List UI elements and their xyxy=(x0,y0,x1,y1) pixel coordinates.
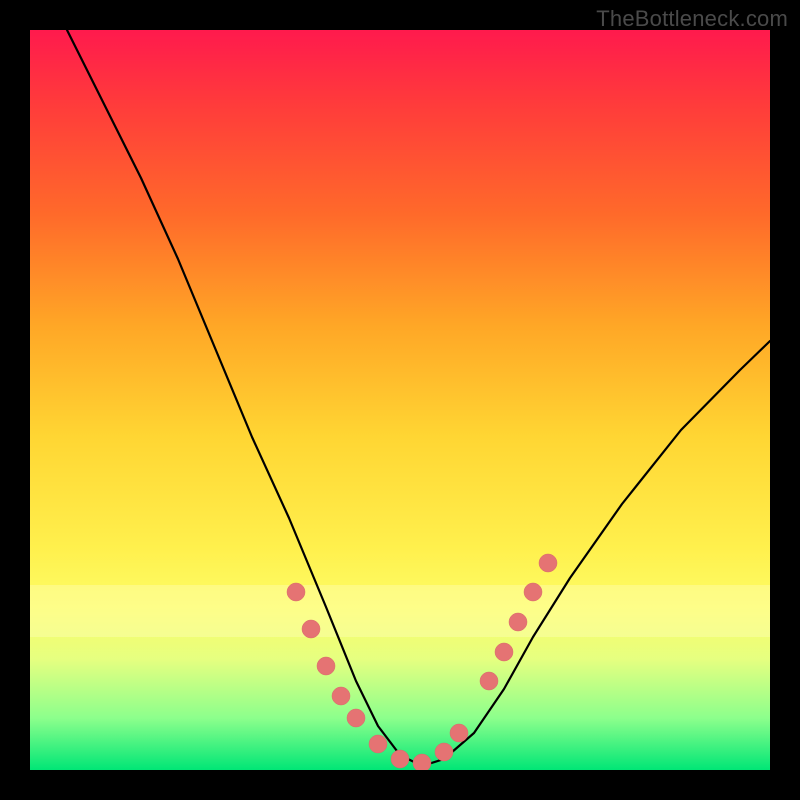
marker-point xyxy=(524,583,542,601)
marker-point xyxy=(435,743,453,761)
bottleneck-curve xyxy=(67,30,770,766)
marker-point xyxy=(480,672,498,690)
chart-frame: TheBottleneck.com xyxy=(0,0,800,800)
marker-point xyxy=(509,613,527,631)
marker-point xyxy=(302,620,320,638)
marker-point xyxy=(369,735,387,753)
curve-layer xyxy=(30,30,770,770)
marker-point xyxy=(413,754,431,770)
marker-group xyxy=(287,554,557,770)
watermark-text: TheBottleneck.com xyxy=(596,6,788,32)
marker-point xyxy=(450,724,468,742)
marker-point xyxy=(391,750,409,768)
marker-point xyxy=(332,687,350,705)
marker-point xyxy=(539,554,557,572)
marker-point xyxy=(347,709,365,727)
marker-point xyxy=(495,643,513,661)
plot-area xyxy=(30,30,770,770)
marker-point xyxy=(287,583,305,601)
marker-point xyxy=(317,657,335,675)
